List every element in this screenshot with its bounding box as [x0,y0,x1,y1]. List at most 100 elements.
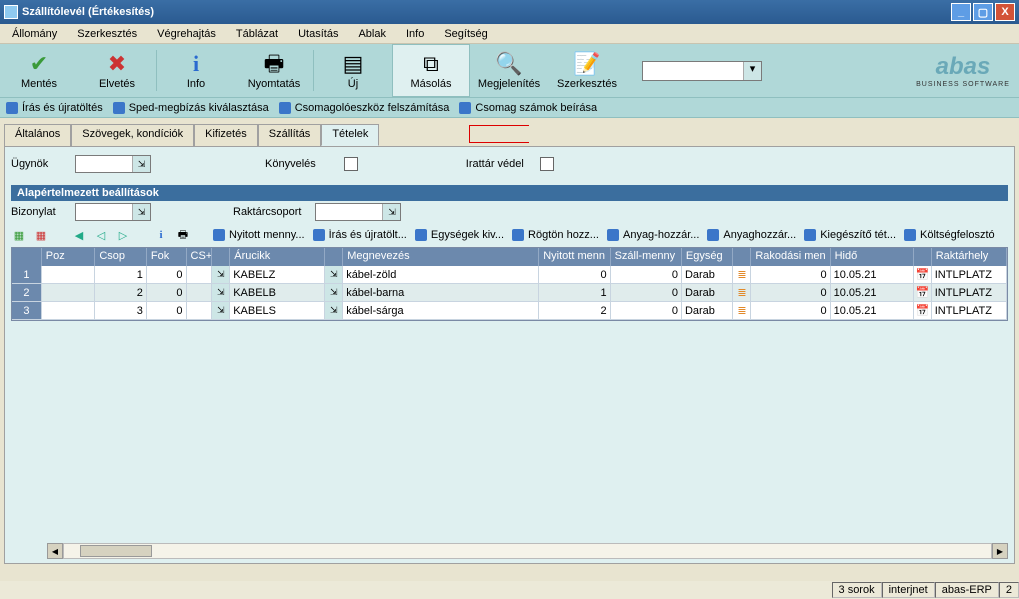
cell-whloc[interactable]: INTLPLATZ [932,284,1007,302]
lookup-icon[interactable]: ⇲ [325,284,343,302]
tab-general[interactable]: Általános [4,124,71,146]
cell-hido[interactable]: 10.05.21 [831,266,914,284]
link-packaging[interactable]: Csomagolóeszköz felszámítása [279,102,450,114]
menu-window[interactable]: Ablak [348,26,396,42]
cell-poz[interactable] [42,302,96,320]
tab-texts[interactable]: Szövegek, kondíciók [71,124,194,146]
new-button[interactable]: ▤Új [314,44,392,97]
col-openqty[interactable]: Nyitott menn [539,248,610,266]
glink-write-reload[interactable]: Írás és újratölt... [313,229,407,241]
scroll-left-button[interactable]: ◀ [47,543,63,559]
calendar-icon[interactable]: 📅 [914,284,932,302]
cell-cs[interactable] [187,302,213,320]
cell-article[interactable]: KABELB [230,284,325,302]
list-icon[interactable]: ≣ [733,284,751,302]
col-unit[interactable]: Egység [682,248,734,266]
menu-edit[interactable]: Szerkesztés [67,26,147,42]
nav-first-button[interactable]: ◀ [71,227,87,243]
cell-hido[interactable]: 10.05.21 [831,302,914,320]
agent-input[interactable]: ⇲ [75,155,151,173]
close-button[interactable]: X [995,3,1015,21]
glink-cost-alloc[interactable]: Költségfelosztó [904,229,995,241]
cell-unit[interactable]: Darab [682,284,734,302]
discard-button[interactable]: ✖Elvetés [78,44,156,97]
list-icon[interactable]: ≣ [733,302,751,320]
archive-checkbox[interactable] [540,157,554,171]
cell-unit[interactable]: Darab [682,266,734,284]
cell-openqty[interactable]: 1 [539,284,610,302]
lookup-icon[interactable]: ⇲ [132,156,150,172]
cell-fok[interactable]: 0 [147,284,187,302]
cell-unit[interactable]: Darab [682,302,734,320]
chevron-down-icon[interactable]: ▾ [743,62,761,80]
col-poz[interactable]: Poz [42,248,96,266]
maximize-button[interactable]: ▢ [973,3,993,21]
wh-input[interactable]: ⇲ [315,203,401,221]
nav-prev-button[interactable]: ◁ [93,227,109,243]
cell-csop[interactable]: 2 [95,284,147,302]
menu-instr[interactable]: Utasítás [288,26,348,42]
menu-info[interactable]: Info [396,26,434,42]
minimize-button[interactable]: _ [951,3,971,21]
cell-poz[interactable] [42,284,96,302]
cell-desc[interactable]: kábel-barna [343,284,539,302]
lookup-icon[interactable]: ⇲ [212,266,230,284]
doc-input[interactable]: ⇲ [75,203,151,221]
scroll-thumb[interactable] [80,545,152,557]
menu-table[interactable]: Táblázat [226,26,288,42]
cell-article[interactable]: KABELS [230,302,325,320]
add-row-button[interactable]: ▦ [11,227,27,243]
col-desc[interactable]: Megnevezés [343,248,539,266]
booking-checkbox[interactable] [344,157,358,171]
link-packnums[interactable]: Csomag számok beírása [459,102,597,114]
cell-cs[interactable] [187,266,213,284]
lookup-icon[interactable]: ⇲ [212,302,230,320]
cell-loadqty[interactable]: 0 [751,302,830,320]
calendar-icon[interactable]: 📅 [914,302,932,320]
search-dropdown[interactable]: ▾ [642,61,762,81]
cell-article[interactable]: KABELZ [230,266,325,284]
table-row[interactable]: 330⇲KABELS⇲kábel-sárga20Darab≣010.05.21📅… [12,302,1007,320]
table-row[interactable]: 110⇲KABELZ⇲kábel-zöld00Darab≣010.05.21📅I… [12,266,1007,284]
glink-units[interactable]: Egységek kiv... [415,229,504,241]
tab-payment[interactable]: Kifizetés [194,124,258,146]
list-icon[interactable]: ≣ [733,266,751,284]
table-row[interactable]: 220⇲KABELB⇲kábel-barna10Darab≣010.05.21📅… [12,284,1007,302]
col-cs[interactable]: CS+ [187,248,213,266]
col-csop[interactable]: Csop [95,248,147,266]
print-button[interactable]: 🖶Nyomtatás [235,44,313,97]
cell-csop[interactable]: 3 [95,302,147,320]
nav-next-button[interactable]: ▷ [115,227,131,243]
lookup-icon[interactable]: ⇲ [325,266,343,284]
cell-shipqty[interactable]: 0 [611,284,682,302]
cell-fok[interactable]: 0 [147,302,187,320]
cell-csop[interactable]: 1 [95,266,147,284]
scroll-track[interactable] [63,543,992,559]
col-article[interactable]: Árucikk [230,248,325,266]
edit-button[interactable]: 📝Szerkesztés [548,44,626,97]
cell-desc[interactable]: kábel-zöld [343,266,539,284]
cell-openqty[interactable]: 2 [539,302,610,320]
cell-whloc[interactable]: INTLPLATZ [932,302,1007,320]
link-write-reload[interactable]: Írás és újratöltés [6,102,103,114]
horizontal-scrollbar[interactable]: ◀ ▶ [11,543,1008,559]
col-whloc[interactable]: Raktárhely [932,248,1007,266]
cell-openqty[interactable]: 0 [539,266,610,284]
row-print-button[interactable]: 🖶 [175,227,191,243]
cell-loadqty[interactable]: 0 [751,284,830,302]
glink-immediate[interactable]: Rögtön hozz... [512,229,599,241]
calendar-icon[interactable]: 📅 [914,266,932,284]
glink-material-add[interactable]: Anyag-hozzár... [607,229,699,241]
tab-shipping[interactable]: Szállítás [258,124,322,146]
lookup-icon[interactable]: ⇲ [382,204,400,220]
col-shipqty[interactable]: Száll-menny [611,248,682,266]
link-sped[interactable]: Sped-megbízás kiválasztása [113,102,269,114]
col-loadqty[interactable]: Rakodási men [751,248,830,266]
cell-shipqty[interactable]: 0 [611,266,682,284]
save-button[interactable]: ✔Mentés [0,44,78,97]
menu-file[interactable]: Állomány [2,26,67,42]
info-button[interactable]: iInfo [157,44,235,97]
cell-hido[interactable]: 10.05.21 [831,284,914,302]
cell-poz[interactable] [42,266,96,284]
tab-items[interactable]: Tételek [321,124,379,146]
